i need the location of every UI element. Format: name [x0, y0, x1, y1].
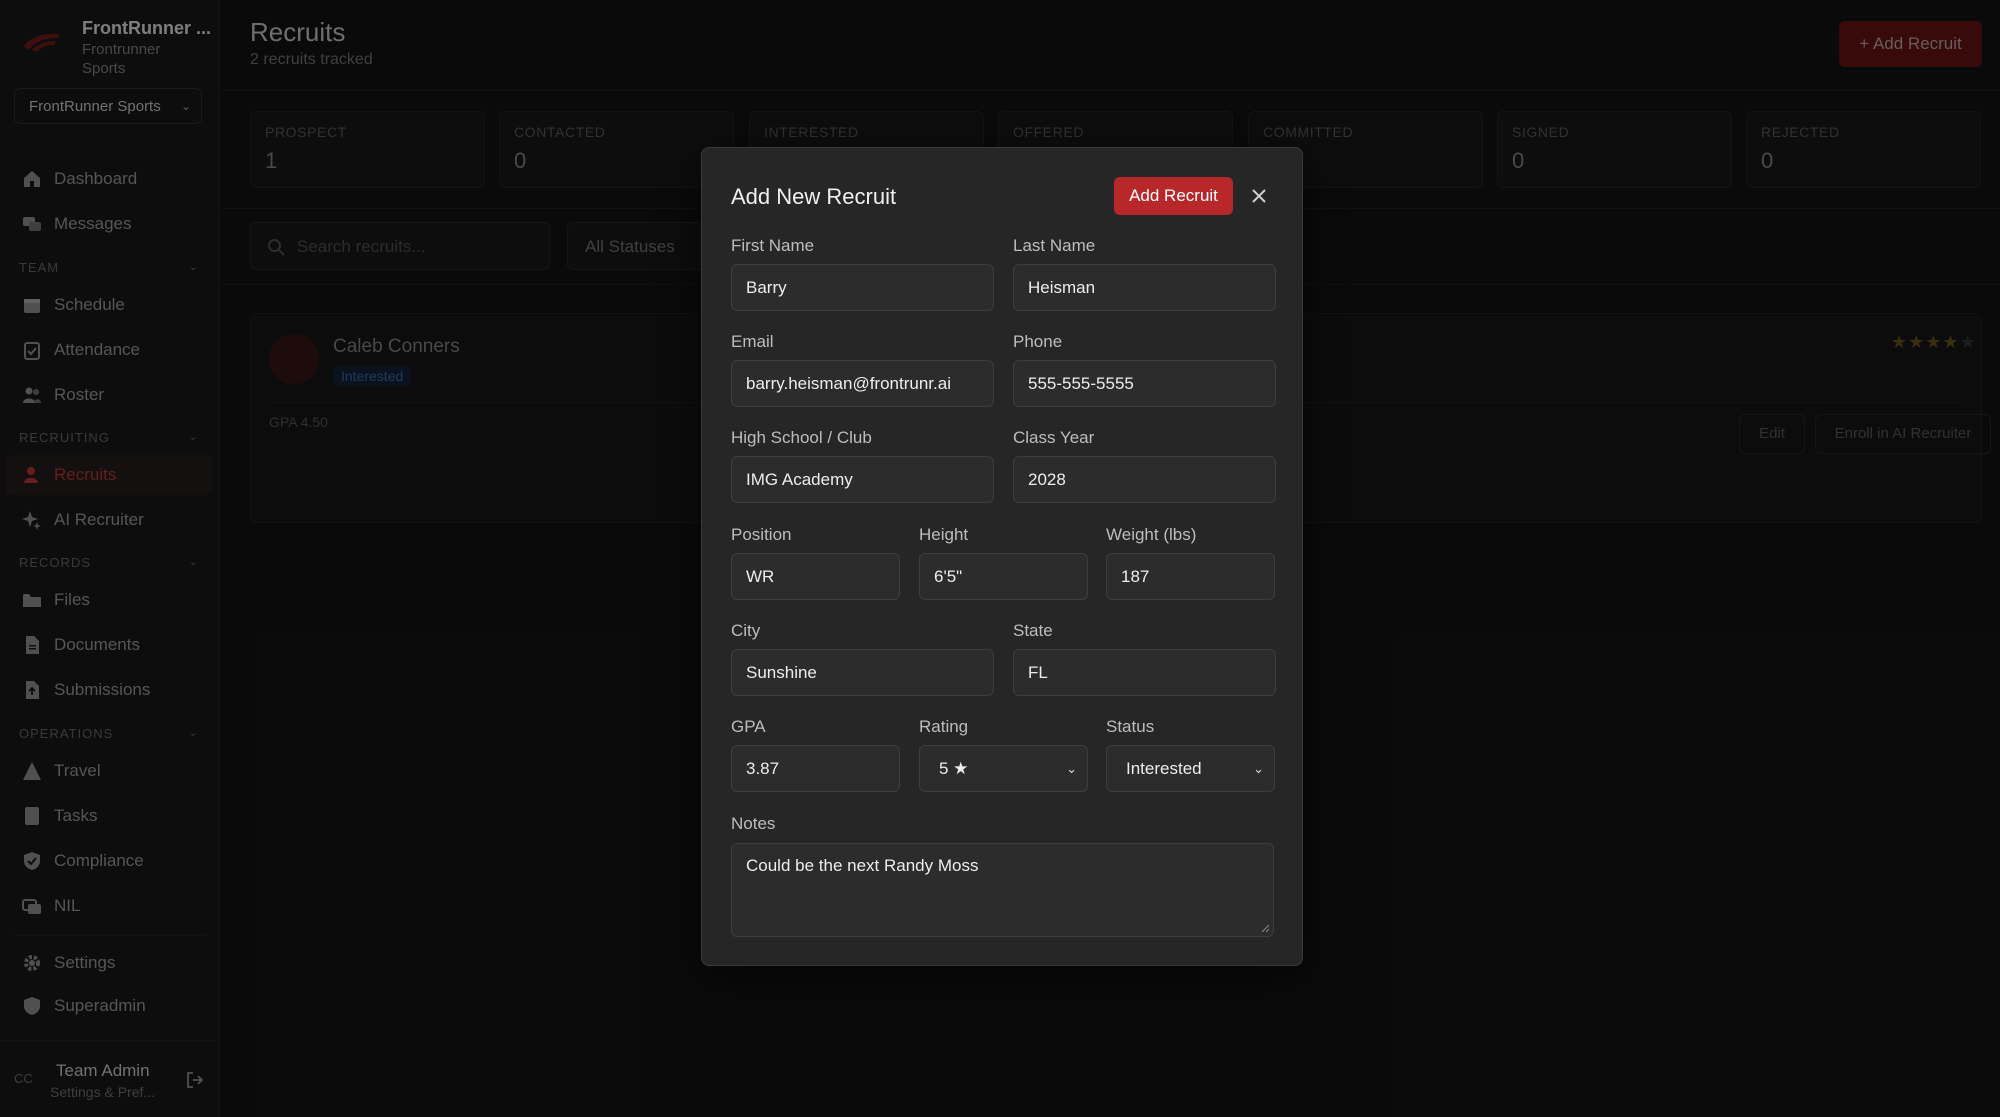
- status-select[interactable]: Interested ⌄: [1106, 745, 1275, 792]
- city-field[interactable]: Sunshine: [731, 649, 994, 696]
- position-label: Position: [731, 525, 792, 544]
- gpa-field[interactable]: 3.87: [731, 745, 900, 792]
- gpa-label: GPA: [731, 717, 766, 736]
- city-label: City: [731, 621, 761, 640]
- modal-title: Add New Recruit: [731, 184, 897, 209]
- resize-handle-icon[interactable]: [1260, 923, 1270, 933]
- first-name-label: First Name: [731, 236, 815, 255]
- chevron-down-icon: ⌄: [1253, 761, 1264, 776]
- close-icon[interactable]: [1248, 185, 1270, 207]
- class-year-label: Class Year: [1013, 428, 1095, 447]
- weight-label: Weight (lbs): [1106, 525, 1197, 544]
- add-recruit-modal: Add New Recruit Add Recruit First Name B…: [701, 147, 1303, 966]
- first-name-field[interactable]: Barry: [731, 264, 994, 311]
- rating-label: Rating: [919, 717, 969, 736]
- state-field[interactable]: FL: [1013, 649, 1276, 696]
- height-label: Height: [919, 525, 969, 544]
- notes-value: Could be the next Randy Moss: [746, 856, 979, 875]
- submit-add-recruit-button[interactable]: Add Recruit: [1114, 177, 1233, 215]
- email-label: Email: [731, 332, 774, 351]
- notes-textarea[interactable]: Could be the next Randy Moss: [731, 843, 1274, 937]
- rating-select[interactable]: 5 ★ ⌄: [919, 745, 1088, 792]
- phone-label: Phone: [1013, 332, 1063, 351]
- status-select-value: Interested: [1126, 759, 1202, 778]
- email-field[interactable]: barry.heisman@frontrunr.ai: [731, 360, 994, 407]
- chevron-down-icon: ⌄: [1066, 761, 1077, 776]
- last-name-field[interactable]: Heisman: [1013, 264, 1276, 311]
- last-name-label: Last Name: [1013, 236, 1096, 255]
- class-year-field[interactable]: 2028: [1013, 456, 1276, 503]
- app-root: FrontRunner ... Frontrunner Sports Front…: [0, 0, 2000, 1117]
- weight-field[interactable]: 187: [1106, 553, 1275, 600]
- rating-select-value: 5 ★: [939, 759, 969, 778]
- school-field[interactable]: IMG Academy: [731, 456, 994, 503]
- height-field[interactable]: 6'5": [919, 553, 1088, 600]
- phone-field[interactable]: 555-555-5555: [1013, 360, 1276, 407]
- school-label: High School / Club: [731, 428, 872, 447]
- position-field[interactable]: WR: [731, 553, 900, 600]
- notes-label: Notes: [731, 814, 776, 833]
- status-label: Status: [1106, 717, 1155, 736]
- state-label: State: [1013, 621, 1053, 640]
